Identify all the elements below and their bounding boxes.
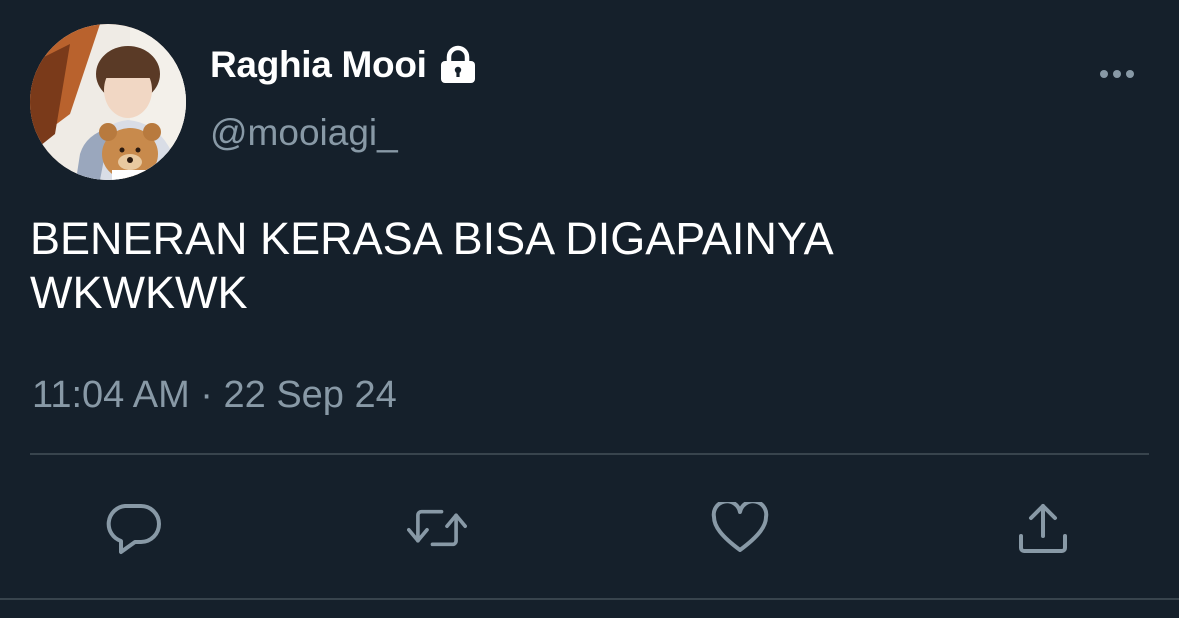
lock-icon — [437, 45, 479, 85]
tweet-timestamp[interactable]: 11:04 AM · 22 Sep 24 — [32, 374, 397, 417]
share-icon — [1019, 504, 1067, 553]
action-bar — [0, 498, 1179, 558]
retweet-button[interactable] — [407, 498, 467, 558]
tweet-detail: Raghia Mooi @mooiagi_ BENERAN KERASA BIS… — [0, 0, 1179, 618]
like-button[interactable] — [710, 498, 770, 558]
share-button[interactable] — [1013, 498, 1073, 558]
more-options-icon[interactable] — [1099, 64, 1135, 84]
like-icon — [711, 502, 769, 552]
avatar[interactable] — [30, 24, 186, 180]
retweet-icon — [407, 509, 467, 547]
avatar-photo — [30, 24, 186, 180]
reply-button[interactable] — [104, 498, 164, 558]
reply-icon — [106, 504, 161, 554]
bottom-divider — [0, 598, 1179, 600]
user-handle[interactable]: @mooiagi_ — [210, 112, 398, 154]
name-row: Raghia Mooi — [210, 44, 479, 86]
tweet-text: BENERAN KERASA BISA DIGAPAINYA WKWKWK — [30, 213, 834, 318]
divider — [30, 453, 1149, 455]
display-name[interactable]: Raghia Mooi — [210, 44, 427, 86]
